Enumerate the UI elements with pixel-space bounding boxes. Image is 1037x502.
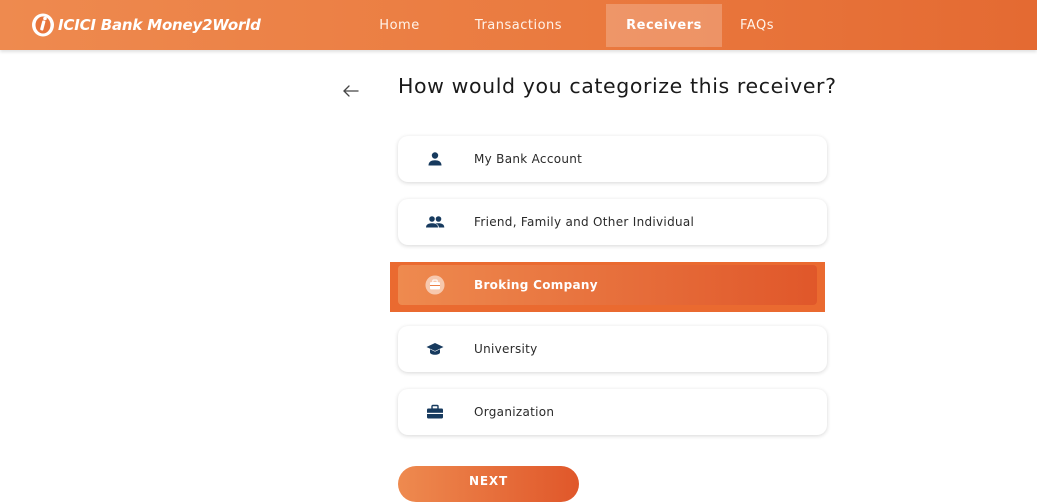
- nav-transactions[interactable]: Transactions: [431, 4, 606, 47]
- top-navigation-bar: ICICI Bank Money2World Home Transactions…: [0, 0, 1037, 50]
- back-arrow-icon[interactable]: [340, 80, 362, 102]
- nav-receivers[interactable]: Receivers: [606, 4, 722, 47]
- option-friend-family-individual[interactable]: Friend, Family and Other Individual: [398, 199, 827, 245]
- briefcase-icon: [425, 402, 445, 422]
- option-label: My Bank Account: [474, 152, 583, 166]
- person-icon: [425, 149, 445, 169]
- option-label: University: [474, 342, 538, 356]
- brand-logo[interactable]: ICICI Bank Money2World: [30, 10, 261, 40]
- graduation-cap-icon: [425, 339, 445, 359]
- option-label: Broking Company: [474, 278, 598, 292]
- option-university[interactable]: University: [398, 326, 827, 372]
- main-nav: Home Transactions Receivers FAQs: [368, 4, 792, 47]
- briefcase-icon: [425, 275, 445, 295]
- brand-name: ICICI Bank Money2World: [58, 16, 261, 34]
- people-icon: [425, 212, 445, 232]
- nav-faqs[interactable]: FAQs: [722, 4, 792, 47]
- page-title: How would you categorize this receiver?: [398, 74, 837, 98]
- option-broking-company[interactable]: Broking Company: [398, 265, 817, 305]
- nav-home[interactable]: Home: [368, 4, 431, 47]
- option-organization[interactable]: Organization: [398, 389, 827, 435]
- icici-logo-icon: [32, 13, 54, 37]
- option-label: Organization: [474, 405, 555, 419]
- option-my-bank-account[interactable]: My Bank Account: [398, 136, 827, 182]
- option-label: Friend, Family and Other Individual: [474, 215, 695, 229]
